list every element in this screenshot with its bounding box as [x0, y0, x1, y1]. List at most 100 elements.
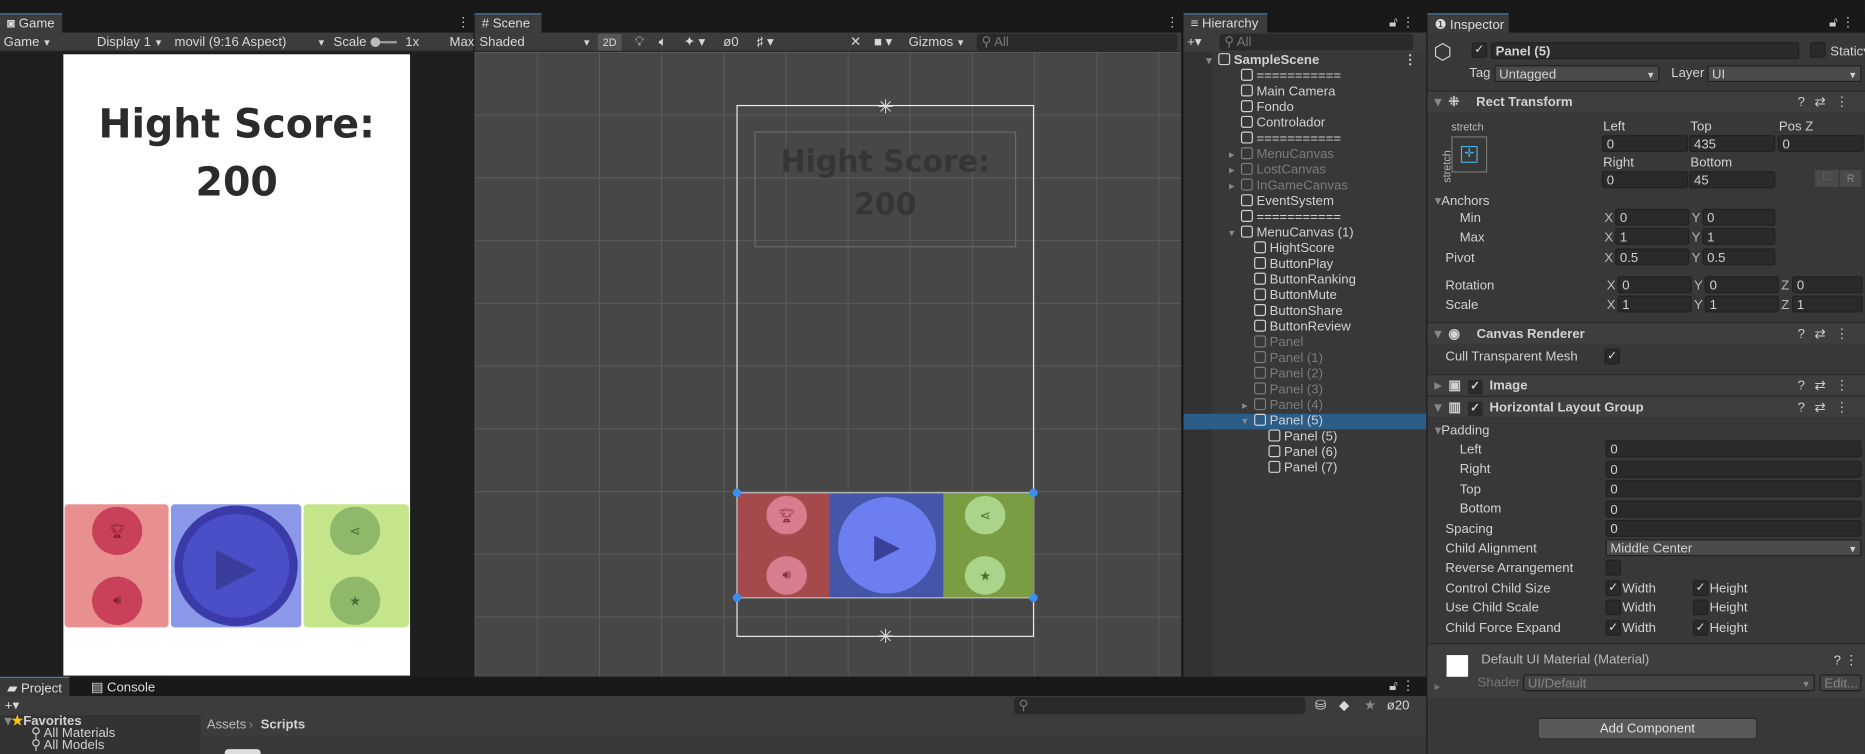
lock-icon[interactable]: 🔓︎ ⋮	[1389, 678, 1414, 695]
game-view[interactable]: Hight Score: 200 🏆︎ 🔊︎ ▶ ⋖ ★	[0, 51, 474, 677]
hierarchy-item[interactable]: ButtonShare	[1254, 304, 1343, 320]
anchor-handle[interactable]	[1029, 593, 1038, 602]
foldout-arrow-icon[interactable]: ▾	[1229, 226, 1234, 242]
lock-icon[interactable]: 🔓︎ ⋮	[1829, 14, 1854, 31]
hierarchy-item[interactable]: ▾ MenuCanvas (1)	[1229, 225, 1354, 242]
hierarchy-item[interactable]: ===========	[1240, 209, 1341, 226]
ccs-height-checkbox[interactable]: ✓	[1692, 580, 1709, 596]
padding-bottom-input[interactable]: 0	[1605, 500, 1862, 518]
anchor-presets-button[interactable]: ✛	[1451, 136, 1488, 173]
pivot-x-input[interactable]: 0.5	[1615, 248, 1690, 266]
blueprint-mode-button[interactable]: ⬚	[1814, 170, 1839, 187]
grid-snap-dropdown-icon[interactable]: ♯ ▾	[757, 34, 774, 51]
scale-y-input[interactable]: 1	[1704, 295, 1779, 313]
share-button[interactable]: ⋖	[329, 506, 381, 555]
hidden-packages-toggle[interactable]: ø20	[1387, 697, 1410, 714]
hierarchy-item[interactable]: Panel (1)	[1254, 351, 1323, 367]
hidden-objects-toggle[interactable]: ø0	[723, 34, 738, 51]
object-name-input[interactable]: Panel (5)	[1490, 42, 1800, 60]
right-input[interactable]: 0	[1601, 171, 1689, 189]
hierarchy-item[interactable]: ▾ SampleScene ⋮	[1206, 53, 1417, 69]
padding-foldout[interactable]: ▾Padding	[1435, 422, 1490, 437]
hierarchy-search-input[interactable]: ⚲ All	[1219, 33, 1414, 51]
posz-input[interactable]: 0	[1777, 135, 1864, 153]
tab-game[interactable]: ◙ Game	[0, 13, 62, 33]
game-mode-dropdown[interactable]: Game	[4, 34, 88, 51]
hierarchy-item[interactable]: ButtonMute	[1254, 288, 1337, 304]
hierarchy-item[interactable]: Panel (3)	[1254, 382, 1323, 398]
tag-dropdown[interactable]: Untagged ▾	[1494, 65, 1660, 83]
active-checkbox[interactable]: ✓	[1471, 42, 1488, 58]
component-actions[interactable]: ?⇄⋮	[1798, 375, 1858, 397]
trophy-button[interactable]: 🏆︎	[92, 506, 143, 555]
fav-all-models[interactable]: ⚲ All Models	[31, 739, 104, 753]
anchor-handle[interactable]	[732, 593, 742, 602]
foldout-arrow-icon[interactable]: ▸	[1229, 163, 1234, 179]
add-dropdown-icon[interactable]: +▾	[1187, 34, 1201, 51]
trophy-button[interactable]: 🏆︎	[766, 495, 807, 535]
tab-hierarchy[interactable]: ≡ Hierarchy	[1183, 13, 1268, 33]
cfe-height-checkbox[interactable]: ✓	[1692, 620, 1709, 636]
spacing-input[interactable]: 0	[1605, 519, 1862, 537]
2d-toggle[interactable]: 2D	[597, 33, 622, 51]
pivot-y-input[interactable]: 0.5	[1702, 248, 1776, 266]
hierarchy-item[interactable]: Fondo	[1240, 100, 1294, 116]
breadcrumb-assets[interactable]: Assets	[207, 718, 246, 732]
padding-right-input[interactable]: 0	[1605, 460, 1862, 478]
scale-slider[interactable]	[370, 37, 397, 48]
hierarchy-item[interactable]: ButtonPlay	[1254, 256, 1333, 273]
tab-console[interactable]: ▤ Console	[83, 676, 163, 697]
horizontal-layout-group-header[interactable]: ▾ ▥ ✓ Horizontal Layout Group ?⇄⋮	[1427, 395, 1865, 419]
pivot-handle-icon[interactable]: ✳	[877, 95, 893, 119]
padding-top-input[interactable]: 0	[1605, 480, 1862, 498]
hierarchy-item[interactable]: ▾ Panel (5)	[1242, 413, 1323, 430]
mute-button[interactable]: 🔊︎	[92, 576, 143, 625]
hierarchy-item[interactable]: ▸ MenuCanvas	[1229, 147, 1334, 163]
hierarchy-item[interactable]: HightScore	[1254, 241, 1335, 257]
scene-search-input[interactable]: ⚲ All	[976, 33, 1178, 51]
hierarchy-item[interactable]: Panel (6)	[1268, 445, 1337, 461]
display-dropdown[interactable]: Display 1	[97, 34, 161, 51]
rotation-z-input[interactable]: 0	[1792, 276, 1863, 294]
favorite-star-icon[interactable]: ★	[1364, 697, 1376, 714]
more-menu-icon[interactable]: ⋮	[457, 14, 470, 30]
padding-left-input[interactable]: 0	[1605, 440, 1862, 458]
add-component-button[interactable]: Add Component	[1537, 717, 1758, 740]
top-input[interactable]: 435	[1689, 135, 1776, 153]
anchor-handle[interactable]	[1029, 488, 1038, 498]
scale-z-input[interactable]: 1	[1792, 295, 1863, 313]
rotation-x-input[interactable]: 0	[1617, 276, 1692, 294]
hierarchy-item[interactable]: ▸ InGameCanvas	[1229, 178, 1348, 195]
image-enabled-checkbox[interactable]: ✓	[1467, 380, 1483, 395]
effects-dropdown-icon[interactable]: ✦ ▾	[684, 34, 705, 51]
static-checkbox[interactable]	[1809, 42, 1826, 58]
tab-project[interactable]: ▰ Project	[0, 676, 70, 697]
hierarchy-item[interactable]: Panel (5)	[1268, 429, 1337, 445]
anchors-foldout[interactable]: ▾Anchors	[1435, 193, 1490, 208]
material-actions[interactable]: ? ⋮	[1834, 653, 1858, 668]
tab-inspector[interactable]: ❶ Inspector	[1427, 13, 1509, 33]
audio-toggle-icon[interactable]: 🔈︎	[659, 34, 667, 51]
review-button[interactable]: ★	[329, 576, 381, 625]
ucs-height-checkbox[interactable]	[1692, 599, 1709, 616]
foldout-arrow-icon[interactable]: ▸	[1229, 179, 1234, 195]
component-actions[interactable]: ?⇄⋮	[1798, 397, 1858, 419]
cfe-width-checkbox[interactable]: ✓	[1605, 620, 1622, 636]
pivot-handle-icon[interactable]: ✳	[877, 625, 893, 649]
hierarchy-item[interactable]: Panel	[1254, 335, 1303, 351]
left-input[interactable]: 0	[1601, 135, 1689, 153]
hierarchy-item[interactable]: Panel (7)	[1268, 460, 1337, 477]
camera-dropdown-icon[interactable]: ■ ▾	[874, 34, 892, 51]
foldout-arrow-icon[interactable]: ▾	[1242, 414, 1247, 430]
scene-high-score-text[interactable]: Hight Score: 200	[754, 131, 1017, 248]
expand-icon[interactable]: ▸	[1435, 680, 1440, 693]
hierarchy-item[interactable]: Panel (2)	[1254, 366, 1323, 383]
foldout-arrow-icon[interactable]: ▸	[1242, 398, 1247, 414]
scene-view[interactable]: ✳ ✳ Hight Score: 200 🏆︎ 🔊︎ ▶ ⋖ ★	[474, 51, 1182, 677]
selected-panel[interactable]: 🏆︎ 🔊︎ ▶ ⋖ ★	[732, 488, 1038, 602]
more-menu-icon[interactable]: ⋮	[1166, 14, 1179, 30]
hierarchy-item[interactable]: Main Camera	[1240, 84, 1335, 100]
hierarchy-item[interactable]: ▸ Panel (4)	[1242, 398, 1323, 414]
shader-dropdown[interactable]: UI/Default ▾	[1523, 674, 1815, 692]
breadcrumb-scripts[interactable]: Scripts	[261, 718, 306, 732]
